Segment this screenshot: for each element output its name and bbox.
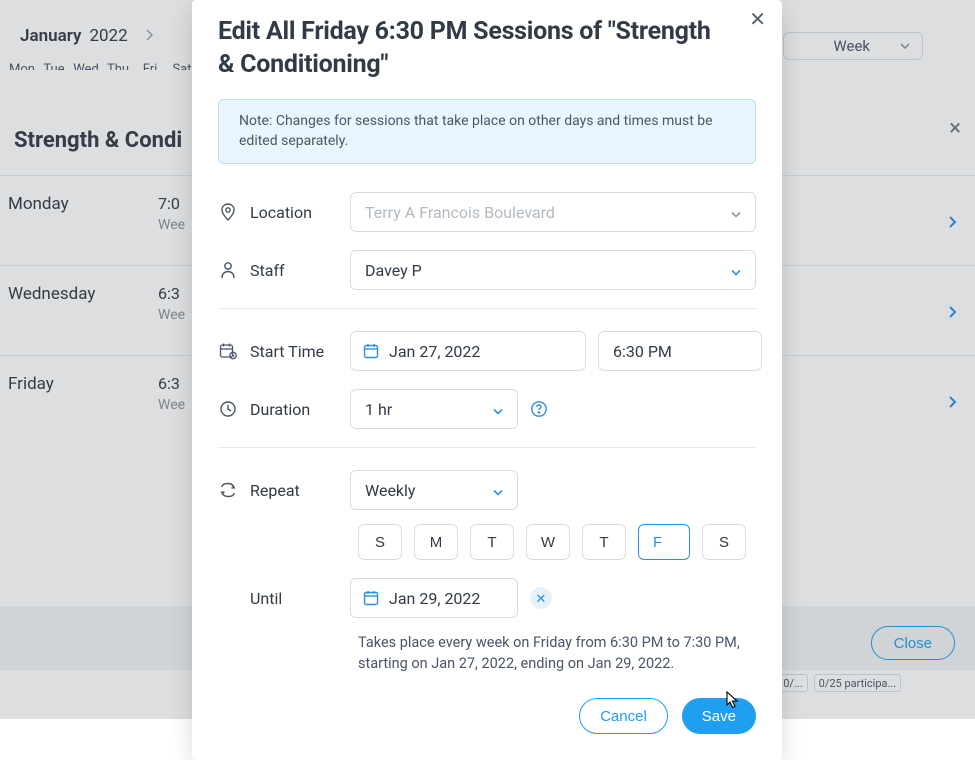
day-thursday[interactable]: T [582, 524, 626, 560]
day-sunday[interactable]: S [358, 524, 402, 560]
edit-session-modal: ✕ Edit All Friday 6:30 PM Sessions of "S… [192, 0, 782, 760]
repeat-icon [218, 481, 238, 499]
until-date-value: Jan 29, 2022 [389, 589, 480, 608]
day-friday[interactable]: F [638, 524, 690, 560]
day-monday[interactable]: M [414, 524, 458, 560]
help-icon[interactable] [530, 400, 548, 418]
duration-label: Duration [250, 400, 338, 419]
repeat-label: Repeat [250, 481, 338, 500]
day-picker: S M T W T F S [358, 524, 756, 560]
location-select[interactable]: Terry A Francois Boulevard [350, 192, 756, 232]
save-button[interactable]: Save [682, 698, 756, 734]
info-note: Note: Changes for sessions that take pla… [218, 99, 756, 164]
chevron-down-icon [493, 481, 503, 500]
clear-until-button[interactable]: ✕ [530, 587, 552, 609]
day-wednesday[interactable]: W [526, 524, 570, 560]
staff-select[interactable]: Davey P [350, 250, 756, 290]
duration-icon [218, 400, 238, 418]
cancel-button[interactable]: Cancel [579, 698, 668, 734]
duration-select[interactable]: 1 hr [350, 389, 518, 429]
chevron-down-icon [493, 400, 503, 419]
location-label: Location [250, 203, 338, 222]
location-placeholder: Terry A Francois Boulevard [365, 203, 555, 222]
start-time-icon [218, 342, 238, 360]
close-icon: ✕ [536, 592, 547, 605]
chevron-down-icon [731, 203, 741, 222]
repeat-summary: Takes place every week on Friday from 6:… [358, 632, 756, 674]
staff-label: Staff [250, 261, 338, 280]
start-date-input[interactable]: Jan 27, 2022 [350, 331, 586, 371]
start-time-label: Start Time [250, 342, 338, 361]
repeat-value: Weekly [365, 481, 416, 500]
start-time-input[interactable]: 6:30 PM [598, 331, 762, 371]
day-saturday[interactable]: S [702, 524, 746, 560]
chevron-down-icon [731, 261, 741, 280]
close-button[interactable]: ✕ [743, 6, 772, 33]
close-icon: ✕ [749, 9, 766, 31]
start-date-value: Jan 27, 2022 [389, 342, 480, 361]
start-time-value: 6:30 PM [613, 342, 672, 361]
modal-title: Edit All Friday 6:30 PM Sessions of "Str… [218, 0, 756, 99]
duration-value: 1 hr [365, 400, 392, 419]
repeat-select[interactable]: Weekly [350, 470, 518, 510]
location-icon [218, 203, 238, 221]
until-date-input[interactable]: Jan 29, 2022 [350, 578, 518, 618]
day-tuesday[interactable]: T [470, 524, 514, 560]
staff-icon [218, 261, 238, 279]
staff-value: Davey P [365, 261, 422, 280]
until-label: Until [250, 589, 338, 608]
